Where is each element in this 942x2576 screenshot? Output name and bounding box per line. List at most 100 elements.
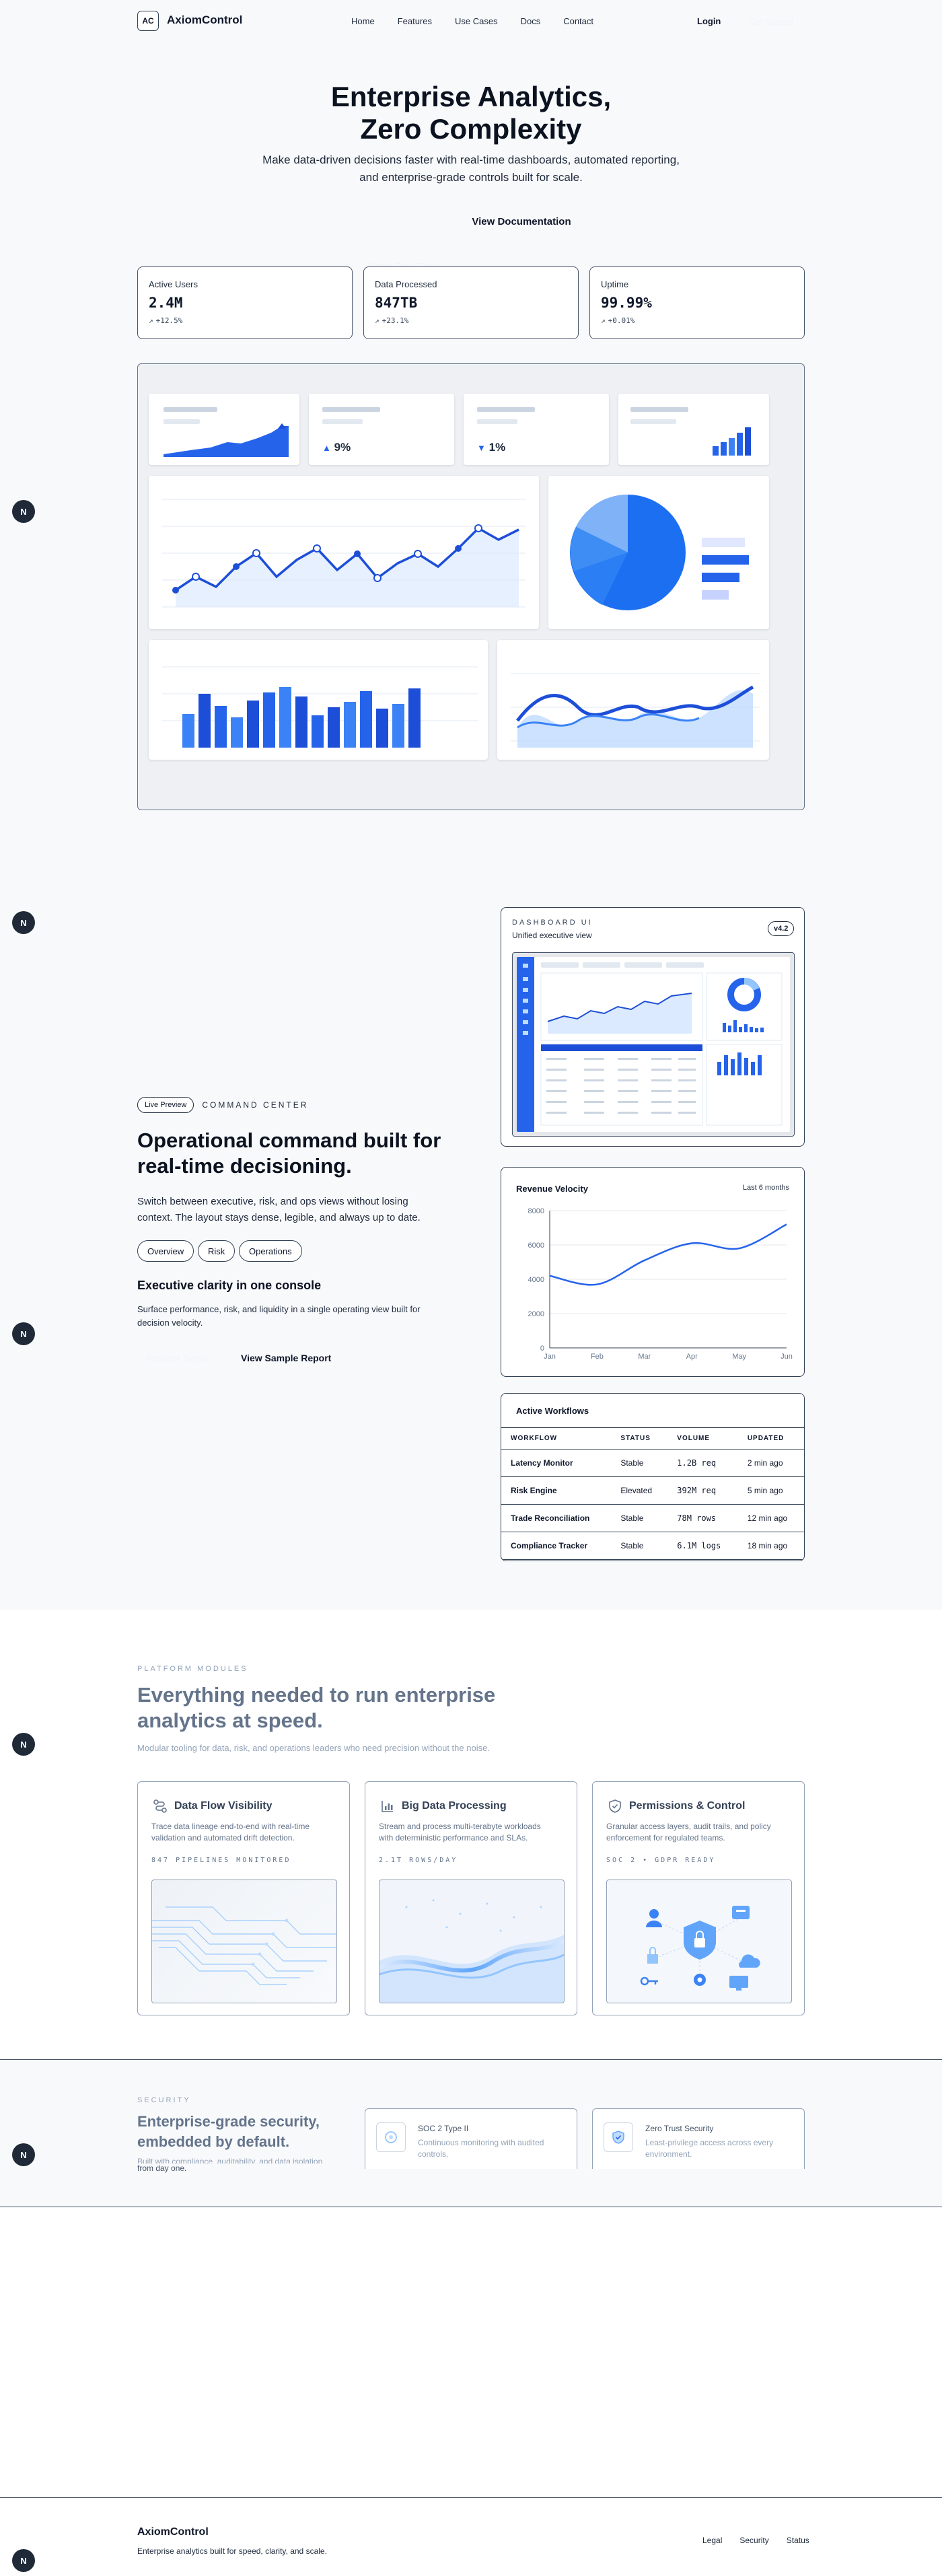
floating-n-badge[interactable]: N <box>12 500 35 523</box>
stat-label: Uptime <box>601 279 629 289</box>
mini-app-window <box>517 957 790 1132</box>
hero-subtitle: Make data-driven decisions faster with r… <box>236 151 706 186</box>
table-row[interactable]: Latency Monitor Stable 1.2B req 2 min ag… <box>501 1449 804 1477</box>
module-card-permissions[interactable]: Permissions & Control Granular access la… <box>592 1781 805 2015</box>
floating-n-badge[interactable]: N <box>12 2143 35 2166</box>
get-started-button[interactable]: Get Started <box>739 11 803 32</box>
security-title-line-1: Enterprise-grade security, <box>137 2113 320 2130</box>
command-sub-body-line-2: decision velocity. <box>137 1318 203 1328</box>
nav-link-home[interactable]: Home <box>351 16 375 26</box>
module-card-data-flow[interactable]: Data Flow Visibility Trace data lineage … <box>137 1781 350 2015</box>
workflow-updated: 2 min ago <box>737 1449 804 1477</box>
workflow-updated: 18 min ago <box>737 1532 804 1560</box>
line-chart-illustration <box>162 499 526 608</box>
placeholder-bar <box>477 419 517 424</box>
module-description-line: enforcement for regulated teams. <box>606 1833 725 1842</box>
module-card-big-data[interactable]: Big Data Processing Stream and process m… <box>365 1781 577 2015</box>
command-body-line-1: Switch between executive, risk, and ops … <box>137 1196 408 1207</box>
security-card-zero-trust[interactable]: Zero Trust Security Least-privilege acce… <box>592 2108 805 2169</box>
revenue-chart-range: Last 6 months <box>742 1184 789 1192</box>
view-docs-button[interactable]: View Documentation <box>464 209 579 234</box>
tab-overview[interactable]: Overview <box>137 1240 194 1262</box>
workflow-name: Trade Reconciliation <box>501 1504 612 1532</box>
table-row[interactable]: Trade Reconciliation Stable 78M rows 12 … <box>501 1504 804 1532</box>
module-description: Trace data lineage end-to-end with real-… <box>151 1821 337 1844</box>
footer-brand[interactable]: AxiomControl <box>137 2526 209 2538</box>
revenue-line-chart: 0 2000 4000 6000 8000 Jan Feb Mar Apr May Jun <box>528 1207 793 1361</box>
nav-link-contact[interactable]: Contact <box>563 16 593 26</box>
shield-icon <box>609 1799 621 1813</box>
preview-wave-chart-card <box>497 640 769 760</box>
table-header-row: WORKFLOW STATUS VOLUME UPDATED <box>501 1427 804 1450</box>
workflows-title: Active Workflows <box>516 1406 589 1416</box>
security-card-desc-line: environment. <box>645 2149 692 2159</box>
placeholder-bar <box>477 407 535 412</box>
revenue-chart-title: Revenue Velocity <box>516 1184 588 1194</box>
module-description-line: Granular access layers, audit trails, an… <box>606 1822 771 1831</box>
circuit-lines-image <box>152 1906 336 1985</box>
view-sample-report-button[interactable]: View Sample Report <box>241 1353 331 1363</box>
footer-link-legal[interactable]: Legal <box>702 2536 722 2545</box>
floating-n-badge[interactable]: N <box>12 911 35 934</box>
security-card-desc-line: Continuous monitoring with audited <box>418 2138 544 2147</box>
dashboard-preview: ▲ 9% ▼ 1% <box>137 363 805 810</box>
tab-risk[interactable]: Risk <box>198 1240 236 1262</box>
modules-eyebrow: PLATFORM MODULES <box>137 1665 248 1673</box>
preview-kpi-value: ▼ 1% <box>477 441 505 454</box>
revenue-series-line <box>549 1223 787 1286</box>
table-row[interactable]: Risk Engine Elevated 392M req 5 min ago <box>501 1476 804 1505</box>
tab-operations[interactable]: Operations <box>239 1240 302 1262</box>
logo-mark[interactable]: AC <box>137 11 159 31</box>
column-header-workflow[interactable]: WORKFLOW <box>501 1427 612 1450</box>
floating-n-badge[interactable]: N <box>12 1322 35 1345</box>
data-flow-illustration <box>151 1880 337 2003</box>
data-wave-image <box>379 1899 564 2003</box>
big-data-illustration <box>379 1880 565 2003</box>
nav-link-use-cases[interactable]: Use Cases <box>455 16 498 26</box>
login-link[interactable]: Login <box>697 16 721 26</box>
workflow-name: Latency Monitor <box>501 1449 612 1477</box>
revenue-velocity-panel: Revenue Velocity Last 6 months 0 2000 4000… <box>501 1167 805 1377</box>
x-tick-label: Mar <box>638 1353 651 1361</box>
placeholder-bar <box>630 407 688 412</box>
module-metric: 2.1T ROWS/DAY <box>379 1857 458 1864</box>
stat-change: ↗ +23.1% <box>375 316 567 325</box>
workflows-table-wrap: WORKFLOW STATUS VOLUME UPDATED Latency M… <box>501 1427 804 1560</box>
column-header-status[interactable]: STATUS <box>611 1427 668 1450</box>
floating-n-badge[interactable]: N <box>12 2549 35 2572</box>
column-header-updated[interactable]: UPDATED <box>737 1427 804 1450</box>
dashboard-ui-screenshot <box>512 952 795 1137</box>
table-row[interactable]: Compliance Tracker Stable 6.1M logs 18 m… <box>501 1532 804 1560</box>
brand-name[interactable]: AxiomControl <box>167 13 242 27</box>
modules-subtitle: Modular tooling for data, risk, and oper… <box>137 1743 490 1753</box>
stat-label: Active Users <box>149 279 198 289</box>
security-title: Enterprise-grade security, embedded by d… <box>137 2112 320 2152</box>
security-card-soc2[interactable]: SOC 2 Type II Continuous monitoring with… <box>365 2108 577 2169</box>
security-card-title: SOC 2 Type II <box>418 2124 469 2133</box>
security-card-desc-line: controls. <box>418 2149 449 2159</box>
site-footer: AxiomControl Enterprise analytics built … <box>0 2497 942 2576</box>
workflow-volume: 1.2B req <box>667 1449 738 1477</box>
bar-chart-illustration <box>162 666 478 748</box>
floating-n-badge[interactable]: N <box>12 1733 35 1756</box>
command-title: Operational command built for real-time … <box>137 1128 441 1179</box>
workflows-table: WORKFLOW STATUS VOLUME UPDATED Latency M… <box>501 1427 804 1560</box>
footer-link-security[interactable]: Security <box>739 2536 768 2545</box>
security-eyebrow: SECURITY <box>137 2096 191 2104</box>
footer-link-status[interactable]: Status <box>787 2536 809 2545</box>
nav-link-features[interactable]: Features <box>398 16 432 26</box>
module-metric: SOC 2 • GDPR READY <box>606 1857 716 1864</box>
request-demo-button[interactable]: Request Demo <box>145 1353 208 1363</box>
triangle-down-icon: ▼ <box>477 443 486 453</box>
x-tick-label: Feb <box>591 1353 604 1361</box>
soc2-badge-icon <box>376 2122 406 2152</box>
hero-title-line-1: Enterprise Analytics, <box>330 81 612 112</box>
workflow-status: Stable <box>611 1532 668 1560</box>
mini-dashboard-illustration <box>540 962 783 1126</box>
security-icons-image <box>640 1906 760 1991</box>
dashboard-ui-eyebrow: DASHBOARD UI <box>512 919 593 927</box>
y-tick-label: 0 <box>540 1345 544 1353</box>
column-header-volume[interactable]: VOLUME <box>667 1427 738 1450</box>
preview-kpi-card-4 <box>618 394 769 465</box>
nav-link-docs[interactable]: Docs <box>521 16 541 26</box>
